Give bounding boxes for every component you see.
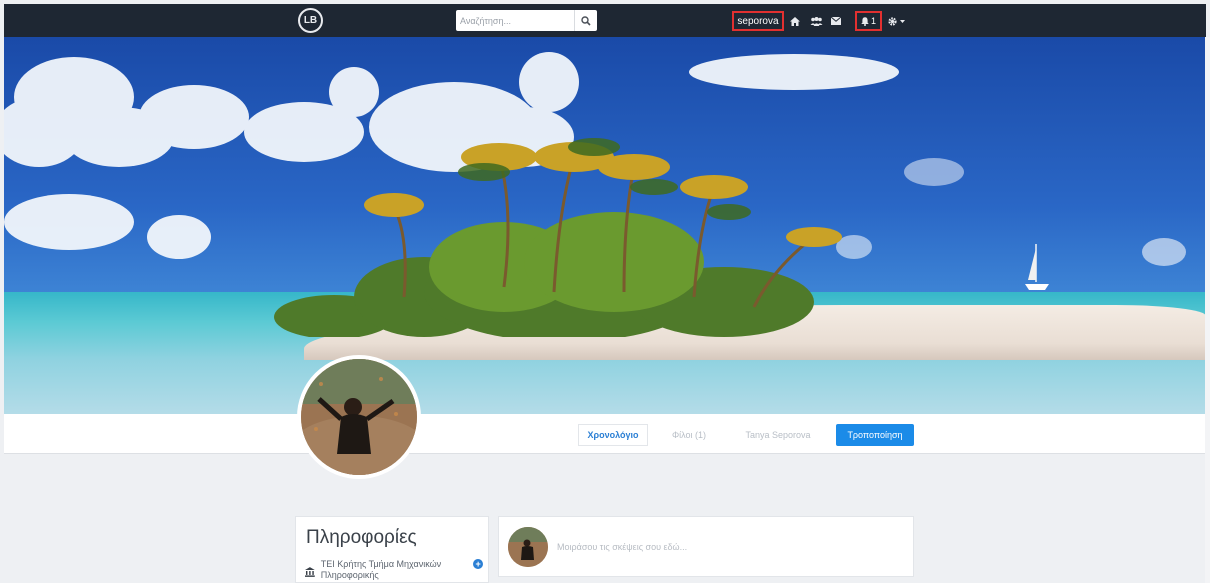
plus-circle-icon[interactable]: + <box>473 559 483 569</box>
friends-link[interactable] <box>808 14 824 28</box>
profile-avatar[interactable] <box>297 355 421 479</box>
settings-menu[interactable] <box>884 14 908 28</box>
post-composer <box>498 516 914 577</box>
tab-friends[interactable]: Φίλοι (1) <box>658 424 720 446</box>
caret-down-icon <box>899 19 905 23</box>
avatar-photo <box>301 359 417 475</box>
home-link[interactable] <box>789 14 801 28</box>
notification-count: 1 <box>870 16 876 26</box>
palm-island-illustration <box>274 138 842 337</box>
envelope-icon <box>831 17 841 25</box>
home-icon <box>790 16 800 26</box>
tab-timeline[interactable]: Χρονολόγιο <box>578 424 648 446</box>
search-box <box>456 10 597 31</box>
username-label: seporova <box>737 15 779 27</box>
user-menu-link[interactable]: seporova <box>732 11 784 31</box>
institution-text: ΤΕΙ Κρήτης Τμήμα Μηχανικών Πληροφορικής <box>320 559 442 580</box>
university-icon <box>305 567 315 577</box>
composer-avatar <box>508 527 548 567</box>
users-icon <box>810 16 822 26</box>
info-card: Πληροφορίες ΤΕΙ Κρήτης Τμήμα Μηχανικών Π… <box>295 516 489 583</box>
bell-icon <box>861 16 869 26</box>
search-icon <box>581 15 591 26</box>
site-logo[interactable]: LB <box>298 8 323 33</box>
notifications-link[interactable]: 1 <box>855 11 882 31</box>
info-title: Πληροφορίες <box>306 527 417 548</box>
sailboat-illustration <box>1025 244 1049 290</box>
page-scrollbar[interactable] <box>1205 37 1210 583</box>
edit-profile-button[interactable]: Τροποποίηση <box>836 424 914 446</box>
tab-profile-name[interactable]: Tanya Seporova <box>734 424 822 446</box>
top-navbar: LB seporova <box>4 4 1206 37</box>
institution-row: ΤΕΙ Κρήτης Τμήμα Μηχανικών Πληροφορικής … <box>305 559 483 581</box>
messages-link[interactable] <box>830 14 842 28</box>
composer-avatar-photo <box>508 527 548 567</box>
post-input[interactable] <box>557 539 887 555</box>
search-button[interactable] <box>574 10 597 31</box>
gear-icon <box>887 16 897 26</box>
profile-page: LB seporova <box>0 0 1210 583</box>
cover-photo <box>4 37 1206 414</box>
search-input[interactable] <box>456 10 574 31</box>
